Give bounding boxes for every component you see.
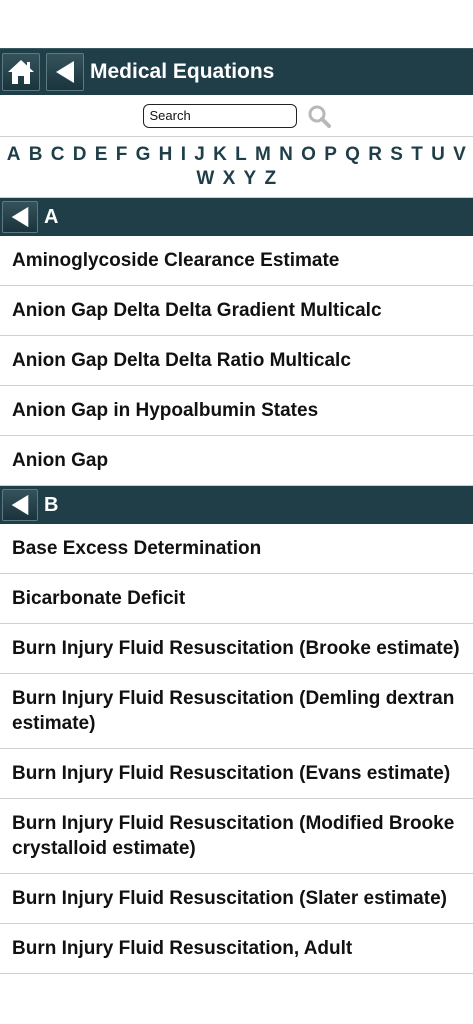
alphabet-letter-g[interactable]: G [135,144,152,165]
status-bar-area [0,0,473,48]
section-letter: A [44,205,59,228]
page-title: Medical Equations [90,60,275,83]
search-input[interactable] [142,103,297,128]
list-item[interactable]: Burn Injury Fluid Resuscitation (Demling… [0,674,473,749]
alphabet-letter-s[interactable]: S [389,144,404,165]
alphabet-letter-x[interactable]: X [222,168,237,189]
list-item[interactable]: Burn Injury Fluid Resuscitation (Slater … [0,874,473,924]
alphabet-letter-n[interactable]: N [278,144,294,165]
alphabet-letter-d[interactable]: D [72,144,88,165]
alphabet-letter-o[interactable]: O [300,144,317,165]
alphabet-letter-a[interactable]: A [6,144,22,165]
list-item[interactable]: Anion Gap Delta Delta Gradient Multicalc [0,286,473,336]
home-button[interactable] [2,53,40,91]
alphabet-letter-m[interactable]: M [254,144,272,165]
alphabet-letter-j[interactable]: J [193,144,206,165]
alphabet-letter-p[interactable]: P [323,144,338,165]
alphabet-index: A B C D E F G H I J K L M N O P Q R S T … [0,137,473,198]
back-button[interactable] [46,53,84,91]
list-item[interactable]: Anion Gap [0,436,473,486]
list-item[interactable]: Burn Injury Fluid Resuscitation, Adult [0,924,473,974]
search-icon [308,105,331,128]
app-header: Medical Equations [0,48,473,95]
section-header-b: B [0,486,473,524]
equation-list: A Aminoglycoside Clearance Estimate Anion … [0,198,473,974]
alphabet-letter-h[interactable]: H [158,144,174,165]
alphabet-letter-i[interactable]: I [180,144,188,165]
alphabet-letter-l[interactable]: L [234,144,248,165]
section-header-a: A [0,198,473,236]
back-arrow-icon [56,61,74,83]
alphabet-letter-w[interactable]: W [195,168,215,189]
list-item[interactable]: Burn Injury Fluid Resuscitation (Evans e… [0,749,473,799]
list-item[interactable]: Anion Gap Delta Delta Ratio Multicalc [0,336,473,386]
alphabet-letter-b[interactable]: B [28,144,44,165]
alphabet-letter-u[interactable]: U [430,144,446,165]
back-arrow-icon [11,494,29,516]
section-letter: B [44,493,59,516]
alphabet-letter-z[interactable]: Z [264,168,278,189]
search-button[interactable] [307,104,331,128]
list-item[interactable]: Anion Gap in Hypoalbumin States [0,386,473,436]
alphabet-letter-r[interactable]: R [367,144,383,165]
alphabet-letter-t[interactable]: T [410,144,424,165]
home-icon [8,60,34,84]
alphabet-letter-q[interactable]: Q [344,144,361,165]
alphabet-letter-e[interactable]: E [94,144,109,165]
list-item[interactable]: Base Excess Determination [0,524,473,574]
alphabet-letter-v[interactable]: V [452,144,467,165]
search-bar [0,95,473,137]
alphabet-letter-k[interactable]: K [212,144,228,165]
list-item[interactable]: Burn Injury Fluid Resuscitation (Brooke … [0,624,473,674]
section-back-button[interactable] [2,489,38,521]
back-arrow-icon [11,206,29,228]
list-item[interactable]: Bicarbonate Deficit [0,574,473,624]
list-item[interactable]: Aminoglycoside Clearance Estimate [0,236,473,286]
list-item[interactable]: Burn Injury Fluid Resuscitation (Modifie… [0,799,473,874]
alphabet-letter-y[interactable]: Y [243,168,258,189]
section-back-button[interactable] [2,201,38,233]
alphabet-letter-c[interactable]: C [50,144,66,165]
alphabet-letter-f[interactable]: F [115,144,129,165]
